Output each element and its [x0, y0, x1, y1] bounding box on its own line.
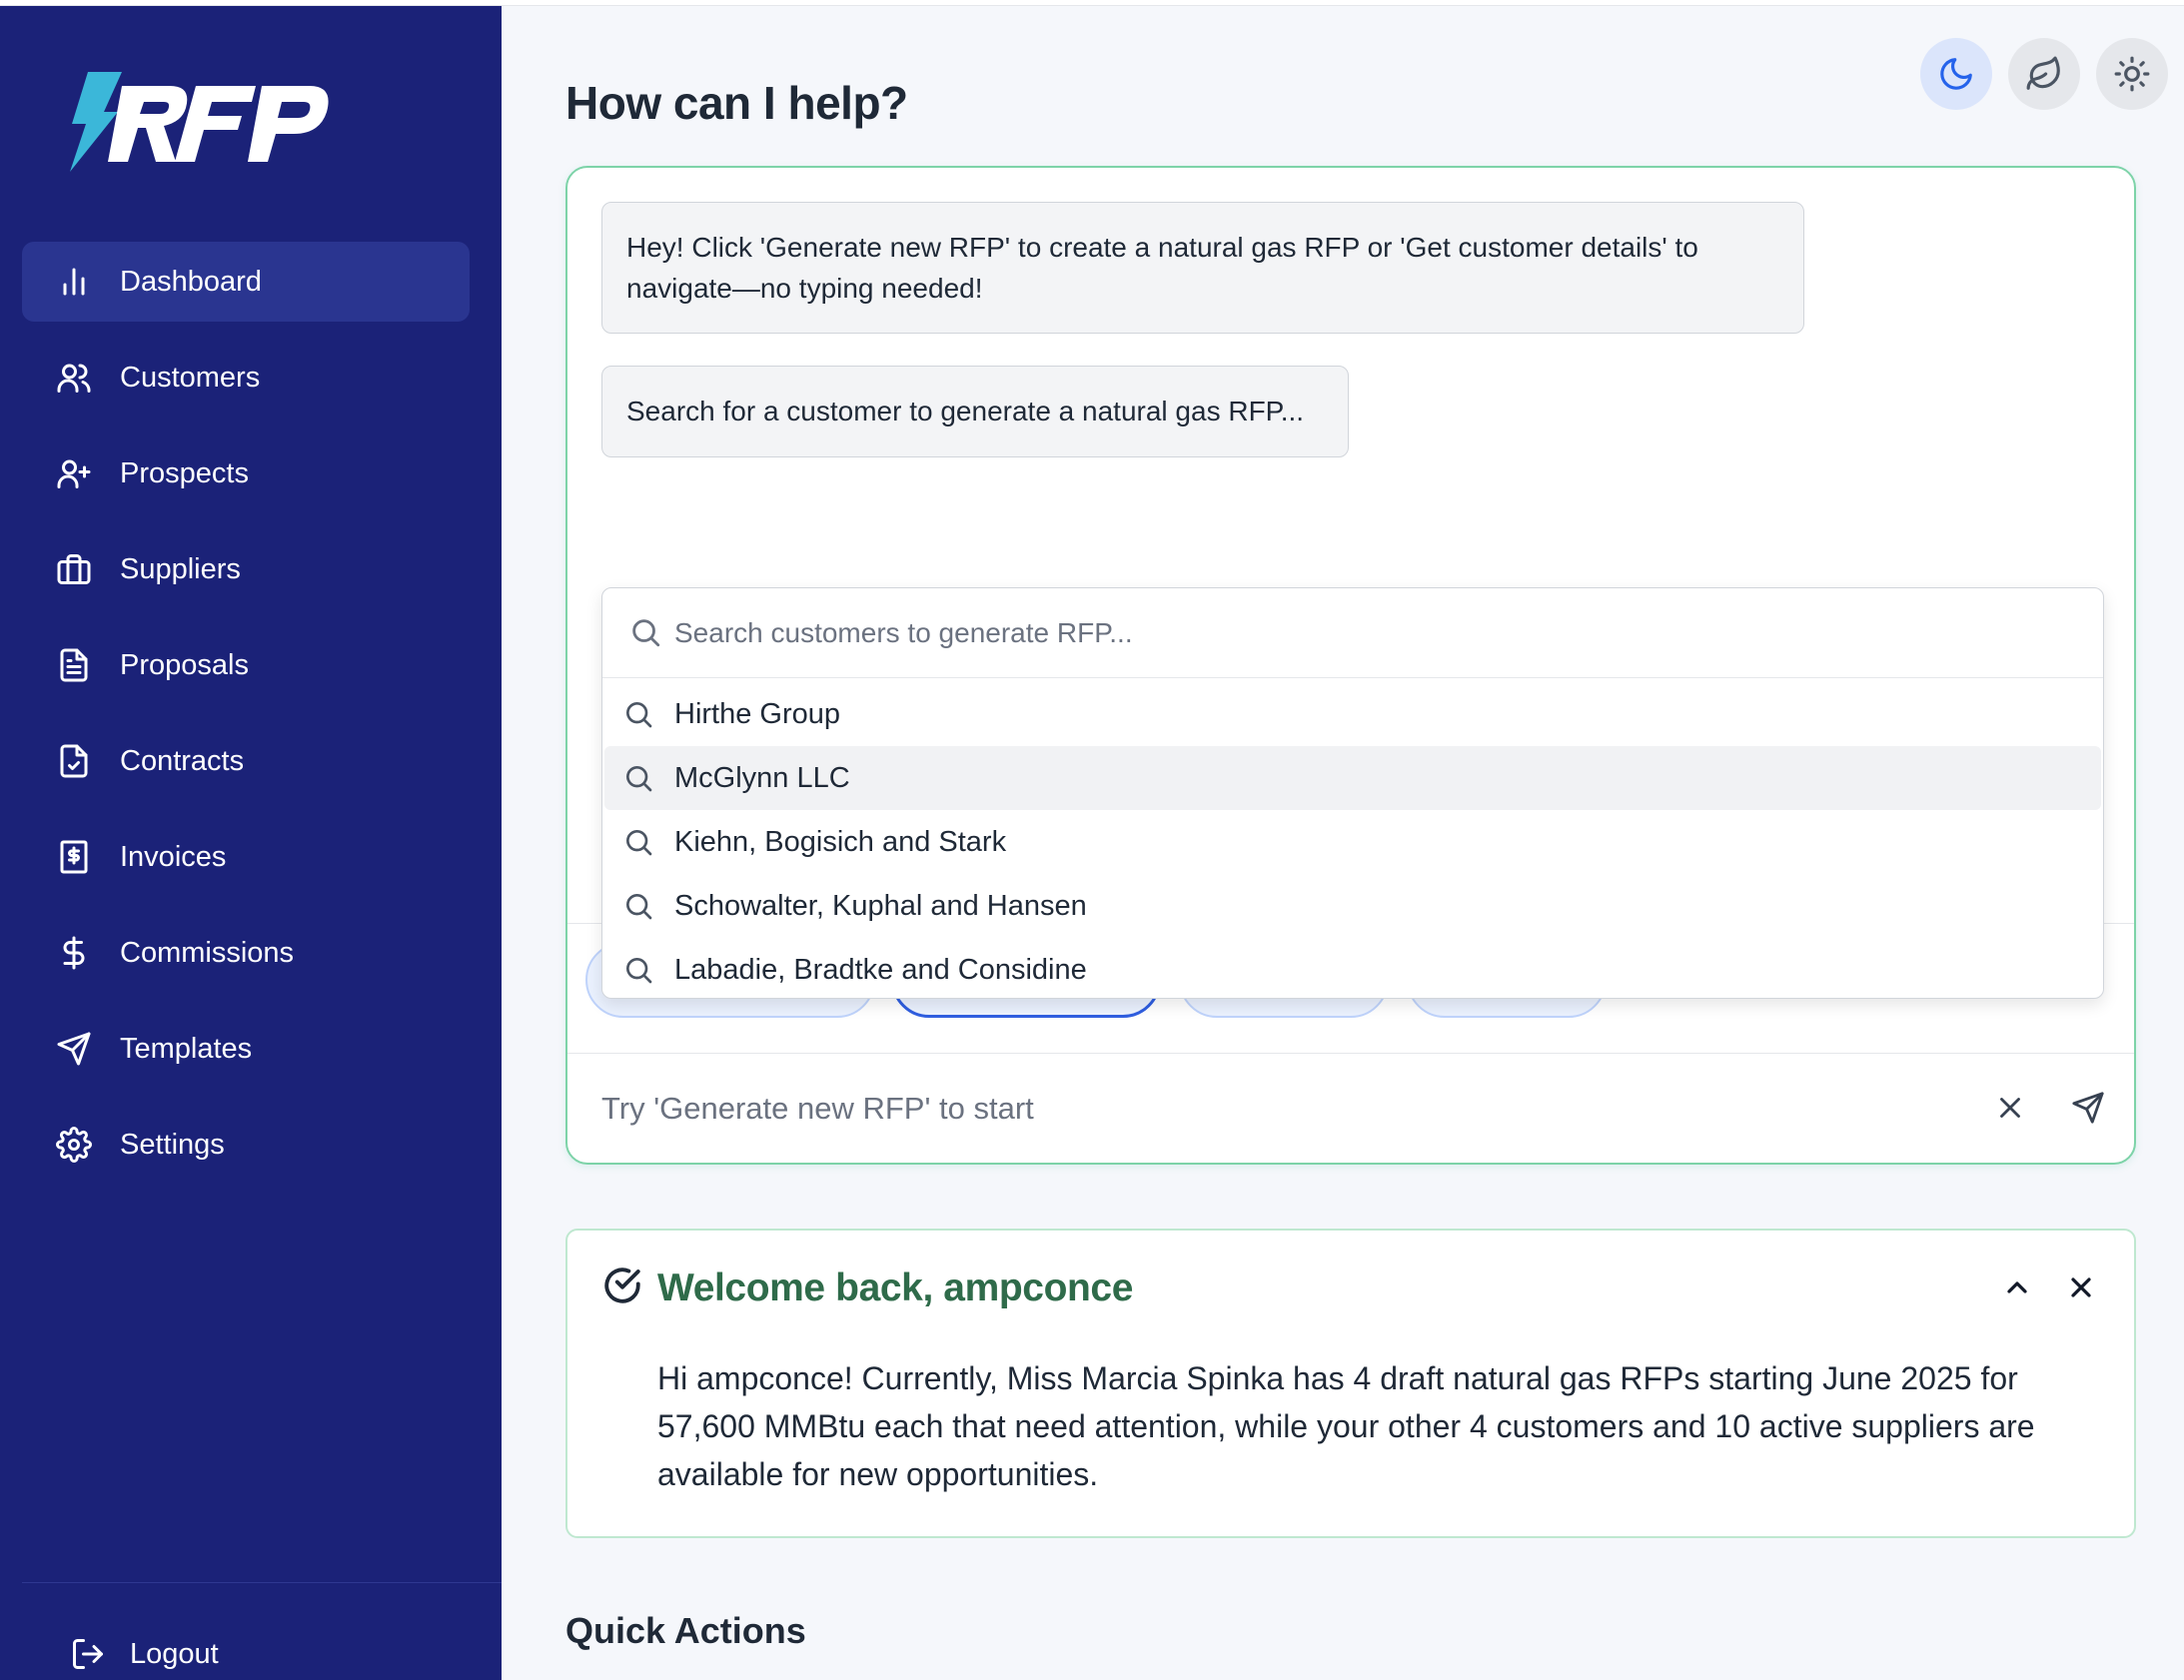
customer-search-box [602, 588, 2103, 678]
eco-theme-button[interactable] [2008, 38, 2080, 110]
sidebar-item-prospects[interactable]: Prospects [22, 433, 470, 513]
list-item[interactable]: Kiehn, Bogisich and Stark [604, 810, 2101, 874]
check-circle-icon [601, 1264, 643, 1306]
sidebar-nav: Dashboard Customers Prospects Suppliers … [22, 242, 470, 1201]
search-icon [626, 894, 652, 920]
sidebar-item-commissions[interactable]: Commissions [22, 913, 470, 993]
search-icon [632, 619, 660, 647]
logout-label: Logout [130, 1637, 219, 1670]
app-logo[interactable] [52, 72, 342, 172]
sun-icon [2114, 56, 2150, 92]
sidebar-item-proposals[interactable]: Proposals [22, 625, 470, 705]
search-icon [626, 830, 652, 856]
bar-chart-icon [54, 262, 94, 302]
close-button[interactable] [2062, 1268, 2100, 1306]
customer-name: Kiehn, Bogisich and Stark [674, 825, 1007, 858]
list-item[interactable]: McGlynn LLC [604, 746, 2101, 810]
user-plus-icon [54, 453, 94, 493]
file-check-icon [54, 741, 94, 781]
customer-name: Labadie, Bradtke and Considine [674, 953, 1087, 986]
customer-search-dropdown: Hirthe Group McGlynn LLC Kiehn, Bogisich… [601, 587, 2104, 999]
customer-name: Schowalter, Kuphal and Hansen [674, 889, 1087, 922]
leaf-icon [2026, 56, 2060, 90]
moon-icon [1940, 58, 1972, 90]
customer-name: McGlynn LLC [674, 761, 850, 794]
briefcase-icon [54, 549, 94, 589]
collapse-button[interactable] [1998, 1268, 2036, 1306]
sidebar-item-invoices[interactable]: Invoices [22, 817, 470, 897]
list-item[interactable]: Labadie, Bradtke and Considine [604, 938, 2101, 1002]
sidebar-item-templates[interactable]: Templates [22, 1009, 470, 1089]
send-icon [2072, 1092, 2104, 1124]
list-item[interactable]: Hirthe Group [604, 682, 2101, 746]
close-icon [2000, 1098, 2020, 1118]
welcome-title: Welcome back, ampconce [657, 1266, 1134, 1309]
sidebar-item-customers[interactable]: Customers [22, 338, 470, 418]
list-item[interactable]: Schowalter, Kuphal and Hansen [604, 874, 2101, 938]
dollar-icon [54, 933, 94, 973]
sidebar-item-label: Settings [120, 1128, 225, 1161]
search-icon [626, 702, 652, 728]
search-icon [626, 958, 652, 984]
sidebar-item-label: Customers [120, 361, 261, 394]
dark-theme-button[interactable] [1920, 38, 1992, 110]
customer-results-list: Hirthe Group McGlynn LLC Kiehn, Bogisich… [604, 682, 2101, 1002]
sidebar-item-label: Dashboard [120, 265, 262, 298]
chat-input-bar [567, 1053, 2134, 1163]
sidebar-item-settings[interactable]: Settings [22, 1105, 470, 1185]
file-text-icon [54, 645, 94, 685]
welcome-message: Hi ampconce! Currently, Miss Marcia Spin… [657, 1360, 2035, 1492]
assistant-message: Hey! Click 'Generate new RFP' to create … [601, 202, 1804, 334]
sidebar-item-label: Contracts [120, 744, 245, 777]
sidebar-item-label: Invoices [120, 840, 227, 873]
theme-switcher [1920, 38, 2168, 110]
sidebar-item-label: Commissions [120, 936, 295, 969]
send-icon [54, 1029, 94, 1069]
customer-search-input[interactable] [674, 608, 2053, 658]
users-icon [54, 358, 94, 398]
sidebar-item-suppliers[interactable]: Suppliers [22, 529, 470, 609]
sidebar-item-contracts[interactable]: Contracts [22, 721, 470, 801]
customer-name: Hirthe Group [674, 697, 841, 730]
search-icon [626, 766, 652, 792]
sidebar-item-label: Suppliers [120, 552, 241, 585]
sidebar-item-dashboard[interactable]: Dashboard [22, 242, 470, 322]
page-title: How can I help? [565, 77, 908, 129]
main-content: How can I help? Hey! Click 'Generate new… [502, 6, 2184, 1680]
chat-input[interactable] [601, 1084, 1900, 1134]
receipt-icon [54, 837, 94, 877]
send-button[interactable] [2068, 1088, 2108, 1128]
light-theme-button[interactable] [2096, 38, 2168, 110]
logout-button[interactable]: Logout [70, 1636, 219, 1672]
sidebar-item-label: Templates [120, 1032, 253, 1065]
sidebar-item-label: Prospects [120, 456, 249, 489]
sidebar-item-label: Proposals [120, 648, 249, 681]
chat-panel: Hey! Click 'Generate new RFP' to create … [565, 166, 2136, 1165]
welcome-card: Welcome back, ampconce Hi ampconce! Curr… [565, 1229, 2136, 1538]
sidebar-divider [22, 1582, 502, 1583]
assistant-message: Search for a customer to generate a natu… [601, 366, 1349, 457]
logout-icon [73, 1639, 103, 1669]
chevron-up-icon [2007, 1281, 2027, 1293]
quick-actions-heading: Quick Actions [565, 1610, 806, 1651]
clear-button[interactable] [1990, 1088, 2030, 1128]
close-icon [2071, 1277, 2091, 1297]
sidebar: Dashboard Customers Prospects Suppliers … [0, 6, 502, 1680]
gear-icon [54, 1125, 94, 1165]
